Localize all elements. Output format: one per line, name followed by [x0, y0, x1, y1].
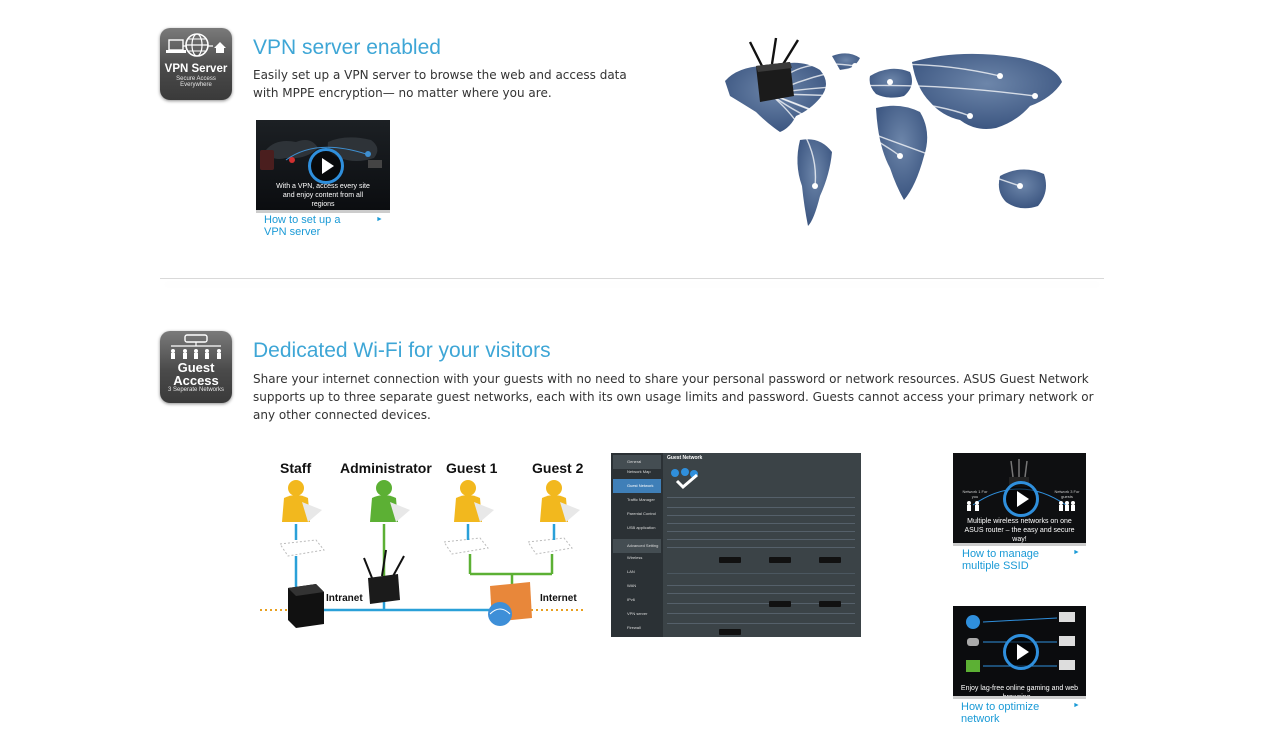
- admin-menu-item: Network Map: [627, 469, 651, 474]
- vpn-video-caption: With a VPN, access every site and enjoy …: [276, 183, 370, 208]
- admin-header: Guest Network: [667, 455, 703, 461]
- vpn-video-thumbnail[interactable]: With a VPN, access every site and enjoy …: [256, 120, 390, 213]
- person-icon: [282, 480, 322, 522]
- guest-title: Dedicated Wi-Fi for your visitors: [253, 339, 551, 362]
- optimize-video-caption: Enjoy lag-free online gaming and web bro…: [960, 685, 1079, 699]
- admin-menu-item: WAN: [627, 583, 637, 588]
- vpn-globe-icon: [166, 33, 226, 57]
- admin-sidebar: General Network Map Guest Network Traffi…: [611, 453, 663, 637]
- vpn-badge-title: VPN Server: [164, 63, 228, 75]
- admin-modify-button: [819, 557, 841, 563]
- vpn-badge-subtitle: Secure Access Everywhere: [176, 75, 216, 89]
- vpn-title: VPN server enabled: [253, 36, 441, 59]
- guest-network-people-icon: [671, 468, 698, 490]
- guest-network-diagram: Staff Administrator Guest 1 Guest 2 Intr…: [258, 452, 588, 636]
- admin-menu-item: Wireless: [627, 555, 643, 560]
- admin-enable-button: [769, 601, 791, 607]
- internet-label: Internet: [540, 593, 577, 604]
- chevron-right-icon[interactable]: ►: [1073, 549, 1080, 556]
- admin-modify-button: [719, 629, 741, 635]
- network-diagram-graphic: [260, 480, 584, 628]
- play-icon[interactable]: [308, 148, 344, 184]
- guest-access-badge: Guest Access 3 Seperate Networks: [160, 331, 232, 403]
- admin-modify-button: [719, 557, 741, 563]
- admin-menu-item: Guest Network: [613, 479, 661, 493]
- server-icon: [288, 584, 324, 628]
- chevron-right-icon[interactable]: ►: [376, 216, 383, 223]
- internet-folder-icon: [488, 582, 532, 626]
- vpn-world-map: [725, 37, 1062, 226]
- admin-enable-button: [819, 601, 841, 607]
- intranet-label: Intranet: [326, 593, 363, 604]
- admin-menu-item: Parental Control: [627, 511, 656, 516]
- guest-description: Share your internet connection with your…: [253, 372, 1094, 422]
- guest-network-router-icon: [171, 334, 221, 359]
- chevron-right-icon[interactable]: ►: [1073, 702, 1080, 709]
- optimize-video-thumbnail[interactable]: Enjoy lag-free online gaming and web bro…: [953, 606, 1086, 699]
- guest-badge-subtitle: 3 Seperate Networks: [167, 387, 225, 393]
- section-divider: [160, 278, 1104, 279]
- optimize-video-link[interactable]: How to optimize network: [961, 701, 1057, 725]
- admin-menu-item: VPN server: [627, 611, 648, 616]
- user-label-staff: Staff: [280, 460, 312, 476]
- admin-modify-button: [769, 557, 791, 563]
- vpn-video-link[interactable]: How to set up a VPN server: [264, 214, 356, 238]
- ssid-video-caption: Multiple wireless networks on one ASUS r…: [964, 518, 1075, 543]
- guest-network-admin-screenshot: General Network Map Guest Network Traffi…: [611, 453, 861, 637]
- user-label-guest-1: Guest 1: [446, 460, 498, 476]
- admin-menu-item: Firewall: [627, 625, 641, 630]
- ssid-left-label: Network 1 For you: [962, 489, 988, 499]
- admin-menu-item: IPv6: [627, 597, 636, 602]
- vpn-description: Easily set up a VPN server to browse the…: [253, 68, 627, 100]
- ssid-right-label: Network 3 For guests: [1054, 489, 1080, 499]
- guest-badge-title-2: Access: [173, 373, 219, 388]
- ssid-video-thumbnail[interactable]: Network 1 For you Network 3 For guests M…: [953, 453, 1086, 546]
- play-icon[interactable]: [1003, 481, 1039, 517]
- user-label-guest-2: Guest 2: [532, 460, 584, 476]
- admin-menu-item: Traffic Manager: [627, 497, 655, 502]
- ssid-video-link[interactable]: How to manage multiple SSID: [962, 548, 1058, 572]
- vpn-server-badge: VPN Server Secure Access Everywhere: [160, 28, 232, 100]
- admin-menu-item: LAN: [627, 569, 635, 574]
- main-router-icon: [363, 549, 405, 604]
- play-icon[interactable]: [1003, 634, 1039, 670]
- user-label-administrator: Administrator: [340, 460, 432, 476]
- admin-menu-item: USB application: [627, 525, 656, 530]
